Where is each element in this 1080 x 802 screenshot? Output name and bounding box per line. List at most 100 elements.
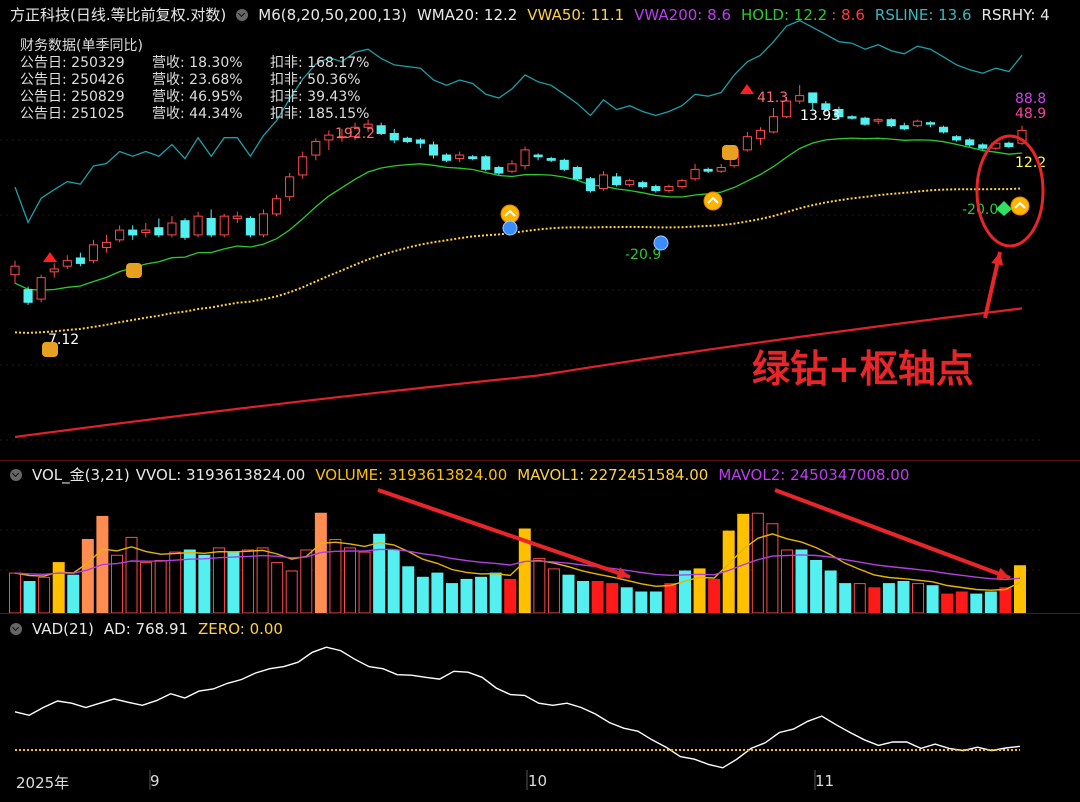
candle-body [311,141,321,156]
volume-bar [708,578,721,614]
revenue-growth: 营收: 18.30% [152,55,243,71]
volume-bar [23,581,36,614]
collapse-icon[interactable] [10,623,22,635]
volume-bar [882,583,895,614]
notice-date: 公告日: 250829 [20,89,125,105]
pane-divider [0,460,1080,461]
volume-bar [242,549,255,614]
volume-bar [606,583,619,614]
wma20-value: WMA20: 12.2 [416,6,518,24]
candle-body [716,167,726,172]
volume-bar [984,591,997,614]
volume-bar [475,576,488,614]
volume-bar [955,591,968,614]
candle-body [520,149,530,167]
candle-body [141,229,151,233]
collapse-icon[interactable] [10,469,22,481]
axis-year: 2025年 [16,774,70,792]
candle-body [873,119,883,122]
axis-month-11: 11 [815,772,835,790]
rsrhy-value: RSRHY: 4 [981,6,1050,24]
notice-date: 公告日: 250426 [20,72,125,88]
volume-bar [460,578,473,614]
candle-body [481,156,491,170]
volume-bar [38,576,51,614]
candle-body [952,136,962,141]
volume-bar [824,570,837,614]
candle-body [23,289,33,303]
ma-label: M6(8,20,50,200,13) [258,6,407,24]
net-growth: 扣非: 50.36% [270,72,361,88]
volume-bar [853,583,866,614]
zero-value: ZERO: 0.00 [198,620,283,638]
price-label-high: 41.3 [757,90,788,106]
axis-month-10: 10 [528,772,548,790]
highlight-ellipse [975,134,1045,248]
volume-value: VOLUME: 3193613824.00 [315,466,508,484]
vad-name: VAD(21) [32,620,94,638]
candle-body [10,265,20,276]
candle-body [101,241,112,248]
pivot-badge-icon [703,191,723,211]
volume-bar [635,591,648,614]
blue-ball-icon [653,235,669,251]
ad-value: AD: 768.91 [103,620,189,638]
candle-body [507,163,517,172]
volume-bar [402,566,415,614]
finance-badge-icon [42,342,58,357]
candle-body [808,92,818,103]
annotation-text: 绿钻+枢轴点 [752,347,974,391]
green-diamond-icon [996,201,1012,216]
candle-body [912,120,922,127]
vad-header: VAD(21) AD: 768.91 ZERO: 0.00 [10,620,293,638]
revenue-growth: 营收: 46.95% [152,89,243,105]
pivot-badge-icon [500,204,520,224]
volume-bar [970,593,983,614]
volume-bar [445,583,458,614]
volume-bar [664,583,677,614]
vol-name: VOL_金(3,21) [32,466,130,484]
volume-bar [562,574,575,614]
price-label-low: -20.9 [625,247,661,263]
volume-bar [620,587,633,614]
volume-bar [271,562,284,614]
vwa50-value: VWA50: 11.1 [527,6,625,24]
financial-row: 公告日: 250829 营收: 46.95% 扣非: 39.43% [20,89,369,106]
candle-body [62,260,72,267]
vad-line-layer [14,646,1021,769]
net-growth: 扣非: 185.15% [270,106,370,122]
volume-bar [81,539,94,614]
candle-body [298,156,308,176]
candle-body [442,154,452,161]
volume-bar [533,557,546,614]
hold-value: HOLD: 12.2 [740,6,828,24]
volume-bar [489,572,502,614]
candle-body [572,167,582,180]
candle-body [428,144,439,156]
financial-title: 财务数据(单季同比) [20,38,143,54]
price-label-high: 192.2 [335,126,375,142]
volume-bar [387,549,400,614]
main-header: 方正科技(日线.等比前复权.对数) M6(8,20,50,200,13) WMA20… [10,6,1060,24]
candle-body [612,176,622,186]
revenue-growth: 营收: 23.68% [152,72,243,88]
pivot-badge-icon [1010,196,1030,216]
blue-ball-icon [502,220,518,236]
volume-bar [285,570,298,614]
mavol1-value: MAVOL1: 2272451584.00 [517,466,709,484]
candle-body [847,116,857,119]
candle-body [638,182,648,188]
candle-body [415,139,425,144]
candle-body [625,180,635,186]
hold-secondary: : 8.6 [831,6,865,24]
candle-body [36,277,46,300]
volume-bar [766,523,779,614]
volume-bar [198,554,211,614]
volume-bar [300,549,313,614]
volume-bar [810,560,823,614]
candle-body [219,215,229,236]
candle-body [468,156,478,160]
volume-bar [839,583,852,614]
candle-body [768,116,779,133]
collapse-icon[interactable] [236,9,249,21]
